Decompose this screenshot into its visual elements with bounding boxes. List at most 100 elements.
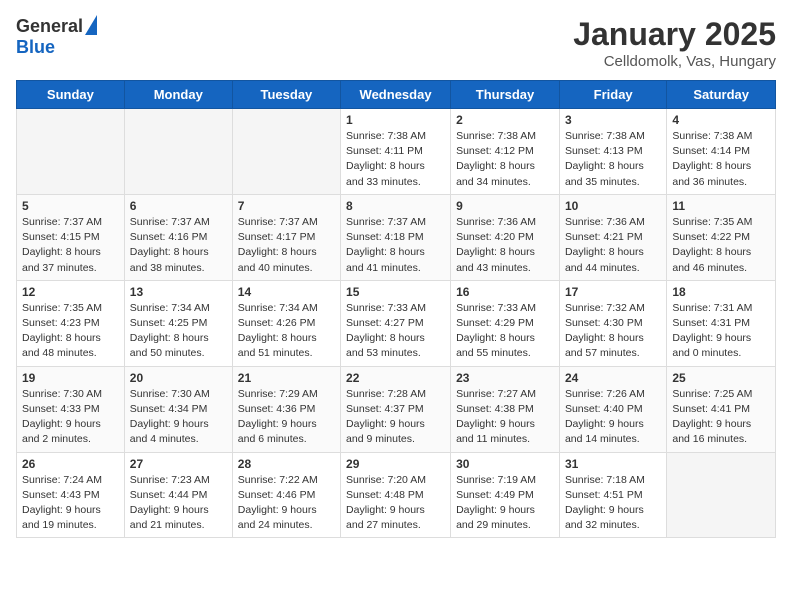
day-number: 22 [346, 371, 445, 385]
day-number: 6 [130, 199, 227, 213]
day-number: 31 [565, 457, 661, 471]
calendar-cell: 13 Sunrise: 7:34 AM Sunset: 4:25 PM Dayli… [124, 280, 232, 366]
day-of-week-header: Friday [559, 81, 666, 109]
day-info: Sunrise: 7:23 AM Sunset: 4:44 PM Dayligh… [130, 473, 227, 534]
day-number: 17 [565, 285, 661, 299]
day-info: Sunrise: 7:26 AM Sunset: 4:40 PM Dayligh… [565, 387, 661, 448]
logo-general-text: General [16, 16, 83, 37]
day-info: Sunrise: 7:34 AM Sunset: 4:25 PM Dayligh… [130, 301, 227, 362]
calendar-subtitle: Celldomolk, Vas, Hungary [573, 53, 776, 70]
day-number: 29 [346, 457, 445, 471]
day-info: Sunrise: 7:38 AM Sunset: 4:12 PM Dayligh… [456, 129, 554, 190]
logo-triangle-icon [85, 15, 97, 35]
day-number: 4 [672, 113, 770, 127]
day-number: 12 [22, 285, 119, 299]
day-info: Sunrise: 7:27 AM Sunset: 4:38 PM Dayligh… [456, 387, 554, 448]
logo: General Blue [16, 16, 97, 58]
calendar-cell: 19 Sunrise: 7:30 AM Sunset: 4:33 PM Dayli… [17, 366, 125, 452]
day-info: Sunrise: 7:37 AM Sunset: 4:18 PM Dayligh… [346, 215, 445, 276]
calendar-cell: 10Sunrise: 7:36 AM Sunset: 4:21 PM Dayli… [559, 194, 666, 280]
day-info: Sunrise: 7:18 AM Sunset: 4:51 PM Dayligh… [565, 473, 661, 534]
day-number: 8 [346, 199, 445, 213]
day-number: 1 [346, 113, 445, 127]
day-number: 5 [22, 199, 119, 213]
title-block: January 2025 Celldomolk, Vas, Hungary [573, 16, 776, 70]
calendar-cell: 14Sunrise: 7:34 AM Sunset: 4:26 PM Dayli… [232, 280, 340, 366]
calendar-cell: 25 Sunrise: 7:25 AM Sunset: 4:41 PM Dayli… [667, 366, 776, 452]
day-info: Sunrise: 7:20 AM Sunset: 4:48 PM Dayligh… [346, 473, 445, 534]
logo-blue-text: Blue [16, 37, 55, 58]
calendar-week-row: 1 Sunrise: 7:38 AM Sunset: 4:11 PM Daylig… [17, 109, 776, 195]
day-info: Sunrise: 7:33 AM Sunset: 4:27 PM Dayligh… [346, 301, 445, 362]
day-info: Sunrise: 7:28 AM Sunset: 4:37 PM Dayligh… [346, 387, 445, 448]
day-number: 16 [456, 285, 554, 299]
calendar-cell: 26 Sunrise: 7:24 AM Sunset: 4:43 PM Dayli… [17, 452, 125, 538]
day-of-week-header: Wednesday [341, 81, 451, 109]
calendar-cell: 24 Sunrise: 7:26 AM Sunset: 4:40 PM Dayli… [559, 366, 666, 452]
day-number: 9 [456, 199, 554, 213]
day-number: 19 [22, 371, 119, 385]
day-info: Sunrise: 7:30 AM Sunset: 4:34 PM Dayligh… [130, 387, 227, 448]
calendar-cell: 30 Sunrise: 7:19 AM Sunset: 4:49 PM Dayli… [451, 452, 560, 538]
calendar-cell: 29 Sunrise: 7:20 AM Sunset: 4:48 PM Dayli… [341, 452, 451, 538]
day-of-week-header: Saturday [667, 81, 776, 109]
day-info: Sunrise: 7:38 AM Sunset: 4:13 PM Dayligh… [565, 129, 661, 190]
day-info: Sunrise: 7:19 AM Sunset: 4:49 PM Dayligh… [456, 473, 554, 534]
calendar-table: SundayMondayTuesdayWednesdayThursdayFrid… [16, 80, 776, 538]
page-header: General Blue January 2025 Celldomolk, Va… [16, 16, 776, 70]
day-number: 2 [456, 113, 554, 127]
day-of-week-header: Thursday [451, 81, 560, 109]
calendar-cell: 17 Sunrise: 7:32 AM Sunset: 4:30 PM Dayli… [559, 280, 666, 366]
day-number: 20 [130, 371, 227, 385]
day-number: 25 [672, 371, 770, 385]
calendar-cell [124, 109, 232, 195]
day-number: 11 [672, 199, 770, 213]
day-number: 13 [130, 285, 227, 299]
day-of-week-header: Sunday [17, 81, 125, 109]
calendar-cell: 6Sunrise: 7:37 AM Sunset: 4:16 PM Daylig… [124, 194, 232, 280]
calendar-cell: 21 Sunrise: 7:29 AM Sunset: 4:36 PM Dayli… [232, 366, 340, 452]
calendar-cell: 9Sunrise: 7:36 AM Sunset: 4:20 PM Daylig… [451, 194, 560, 280]
day-info: Sunrise: 7:38 AM Sunset: 4:11 PM Dayligh… [346, 129, 445, 190]
day-info: Sunrise: 7:22 AM Sunset: 4:46 PM Dayligh… [238, 473, 335, 534]
calendar-cell: 15Sunrise: 7:33 AM Sunset: 4:27 PM Dayli… [341, 280, 451, 366]
day-number: 7 [238, 199, 335, 213]
calendar-cell: 7Sunrise: 7:37 AM Sunset: 4:17 PM Daylig… [232, 194, 340, 280]
day-info: Sunrise: 7:32 AM Sunset: 4:30 PM Dayligh… [565, 301, 661, 362]
day-number: 14 [238, 285, 335, 299]
day-number: 28 [238, 457, 335, 471]
calendar-cell: 20 Sunrise: 7:30 AM Sunset: 4:34 PM Dayli… [124, 366, 232, 452]
day-of-week-header: Monday [124, 81, 232, 109]
calendar-cell: 18 Sunrise: 7:31 AM Sunset: 4:31 PM Dayli… [667, 280, 776, 366]
day-info: Sunrise: 7:30 AM Sunset: 4:33 PM Dayligh… [22, 387, 119, 448]
calendar-cell: 28 Sunrise: 7:22 AM Sunset: 4:46 PM Dayli… [232, 452, 340, 538]
day-info: Sunrise: 7:29 AM Sunset: 4:36 PM Dayligh… [238, 387, 335, 448]
calendar-week-row: 19 Sunrise: 7:30 AM Sunset: 4:33 PM Dayli… [17, 366, 776, 452]
calendar-week-row: 26 Sunrise: 7:24 AM Sunset: 4:43 PM Dayli… [17, 452, 776, 538]
day-number: 21 [238, 371, 335, 385]
day-number: 23 [456, 371, 554, 385]
day-info: Sunrise: 7:24 AM Sunset: 4:43 PM Dayligh… [22, 473, 119, 534]
day-info: Sunrise: 7:31 AM Sunset: 4:31 PM Dayligh… [672, 301, 770, 362]
calendar-title: January 2025 [573, 16, 776, 53]
calendar-cell [667, 452, 776, 538]
day-number: 30 [456, 457, 554, 471]
day-info: Sunrise: 7:37 AM Sunset: 4:15 PM Dayligh… [22, 215, 119, 276]
calendar-cell: 1 Sunrise: 7:38 AM Sunset: 4:11 PM Daylig… [341, 109, 451, 195]
calendar-cell: 16Sunrise: 7:33 AM Sunset: 4:29 PM Dayli… [451, 280, 560, 366]
calendar-cell: 11Sunrise: 7:35 AM Sunset: 4:22 PM Dayli… [667, 194, 776, 280]
day-info: Sunrise: 7:25 AM Sunset: 4:41 PM Dayligh… [672, 387, 770, 448]
day-number: 18 [672, 285, 770, 299]
day-info: Sunrise: 7:35 AM Sunset: 4:23 PM Dayligh… [22, 301, 119, 362]
calendar-cell: 22 Sunrise: 7:28 AM Sunset: 4:37 PM Dayli… [341, 366, 451, 452]
calendar-cell: 4Sunrise: 7:38 AM Sunset: 4:14 PM Daylig… [667, 109, 776, 195]
day-of-week-header: Tuesday [232, 81, 340, 109]
calendar-cell: 3Sunrise: 7:38 AM Sunset: 4:13 PM Daylig… [559, 109, 666, 195]
calendar-cell: 2 Sunrise: 7:38 AM Sunset: 4:12 PM Daylig… [451, 109, 560, 195]
calendar-week-row: 12 Sunrise: 7:35 AM Sunset: 4:23 PM Dayli… [17, 280, 776, 366]
calendar-cell: 5 Sunrise: 7:37 AM Sunset: 4:15 PM Daylig… [17, 194, 125, 280]
day-number: 26 [22, 457, 119, 471]
day-number: 24 [565, 371, 661, 385]
calendar-cell: 23 Sunrise: 7:27 AM Sunset: 4:38 PM Dayli… [451, 366, 560, 452]
calendar-cell: 31 Sunrise: 7:18 AM Sunset: 4:51 PM Dayli… [559, 452, 666, 538]
